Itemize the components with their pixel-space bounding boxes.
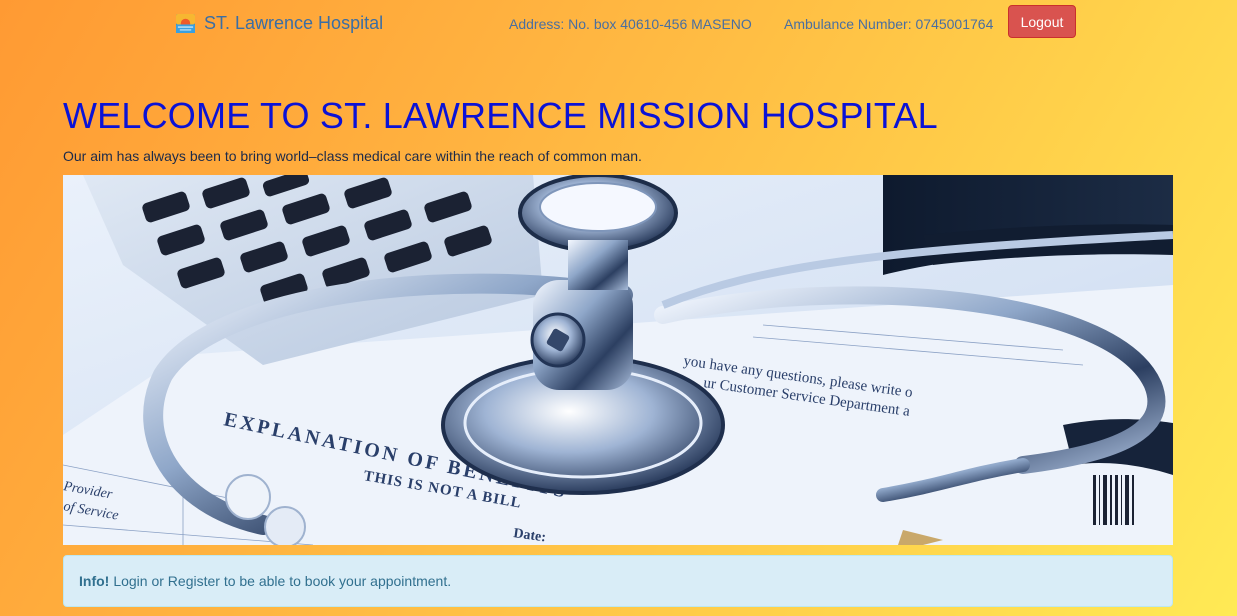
navbar: ST. Lawrence Hospital Address: No. box 4… <box>0 0 1237 48</box>
brand-link[interactable]: ST. Lawrence Hospital <box>176 13 383 34</box>
brand-name: ST. Lawrence Hospital <box>204 13 384 33</box>
page-subtitle: Our aim has always been to bring world–c… <box>63 148 642 164</box>
stethoscope-hero-image: you have any questions, please write o u… <box>63 175 1173 545</box>
hospital-logo-icon <box>176 14 195 33</box>
hospital-address: Address: No. box 40610-456 MASENO <box>509 16 752 32</box>
logout-button[interactable]: Logout <box>1008 5 1076 38</box>
info-alert: Info! Login or Register to be able to bo… <box>63 555 1173 607</box>
page-title: WELCOME TO ST. LAWRENCE MISSION HOSPITAL <box>63 95 938 136</box>
ambulance-number: Ambulance Number: 0745001764 <box>784 16 994 32</box>
info-alert-strong: Info! <box>79 573 110 589</box>
info-alert-text: Login or Register to be able to book you… <box>113 573 452 589</box>
